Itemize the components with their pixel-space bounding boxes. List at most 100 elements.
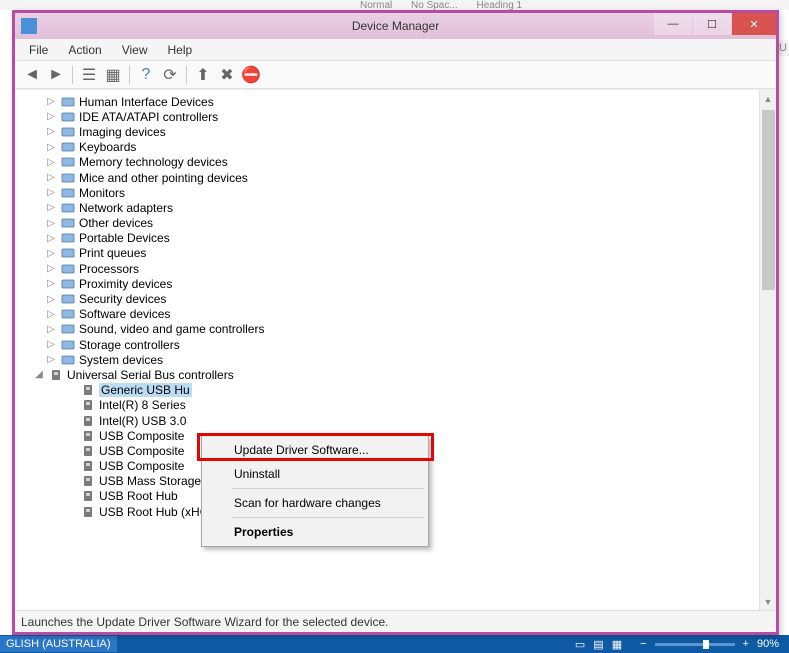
tree-label: Other devices: [79, 216, 153, 230]
expand-icon[interactable]: ▷: [45, 172, 57, 183]
expand-icon[interactable]: ▷: [45, 324, 57, 335]
maximize-button[interactable]: ☐: [693, 13, 731, 35]
titlebar[interactable]: Device Manager — ☐ ✕: [15, 13, 776, 39]
expand-icon[interactable]: ▷: [45, 111, 57, 122]
expand-icon[interactable]: ▷: [45, 126, 57, 137]
device-icon: [60, 307, 76, 321]
menu-help[interactable]: Help: [158, 40, 203, 60]
back-button[interactable]: ◄: [21, 64, 43, 86]
context-menu: Update Driver Software... Uninstall Scan…: [201, 435, 429, 547]
context-properties[interactable]: Properties: [204, 520, 426, 544]
expand-icon[interactable]: ▷: [45, 96, 57, 107]
context-update-driver[interactable]: Update Driver Software...: [204, 438, 426, 462]
expand-icon[interactable]: ▷: [45, 187, 57, 198]
tree-label: USB Composite: [99, 429, 184, 443]
expand-icon[interactable]: ▷: [45, 354, 57, 365]
forward-button[interactable]: ►: [45, 64, 67, 86]
context-separator: [232, 488, 424, 489]
expand-icon[interactable]: ▷: [45, 339, 57, 350]
tree-node[interactable]: ▷Human Interface Devices: [21, 94, 756, 109]
show-hidden-button[interactable]: ☰: [78, 64, 100, 86]
tree-label: USB Composite: [99, 444, 184, 458]
app-icon: [21, 18, 37, 34]
expand-icon[interactable]: ▷: [45, 202, 57, 213]
tree-node-usb[interactable]: ◢Universal Serial Bus controllers: [21, 367, 756, 382]
scan-button[interactable]: ⟳: [159, 64, 181, 86]
menu-view[interactable]: View: [112, 40, 158, 60]
zoom-control[interactable]: − + 90%: [630, 638, 789, 650]
close-button[interactable]: ✕: [732, 13, 776, 35]
tree-node[interactable]: ▷ Other devices: [21, 216, 756, 231]
menubar: File Action View Help: [15, 39, 776, 61]
tree-node[interactable]: ▷IDE ATA/ATAPI controllers: [21, 109, 756, 124]
context-separator: [232, 517, 424, 518]
tree-label: USB Root Hub (xHCI): [99, 505, 216, 519]
device-icon: [60, 322, 76, 336]
scroll-thumb[interactable]: [762, 110, 775, 290]
tree-node[interactable]: ▷ Sound, video and game controllers: [21, 322, 756, 337]
zoom-level: 90%: [757, 638, 779, 650]
tree-label: Intel(R) USB 3.0: [99, 414, 186, 428]
expand-icon[interactable]: ▷: [45, 233, 57, 244]
device-icon: [60, 353, 76, 367]
tree-node[interactable]: ▷Keyboards: [21, 140, 756, 155]
update-driver-button[interactable]: ⬆: [192, 64, 214, 86]
tree-node[interactable]: ▷Imaging devices: [21, 124, 756, 139]
expand-icon[interactable]: ▷: [45, 142, 57, 153]
tree-label: Intel(R) 8 Series: [99, 398, 186, 412]
menu-file[interactable]: File: [19, 40, 58, 60]
language-indicator[interactable]: GLISH (AUSTRALIA): [0, 636, 117, 652]
tree-node[interactable]: ▷Print queues: [21, 246, 756, 261]
tree-node[interactable]: ▷ Proximity devices: [21, 276, 756, 291]
device-icon: [60, 95, 76, 109]
tree-node[interactable]: ▷Portable Devices: [21, 231, 756, 246]
uninstall-button[interactable]: ✖: [216, 64, 238, 86]
help-button[interactable]: ?: [135, 64, 157, 86]
tree-node[interactable]: ▷Processors: [21, 261, 756, 276]
device-icon: [60, 125, 76, 139]
tree-node[interactable]: ▷ Security devices: [21, 291, 756, 306]
tree-label: Memory technology devices: [79, 155, 228, 169]
tree-child-usb[interactable]: Intel(R) USB 3.0: [21, 413, 756, 428]
tree-node[interactable]: ▷ Monitors: [21, 185, 756, 200]
menu-action[interactable]: Action: [58, 40, 111, 60]
properties-button[interactable]: ▦: [102, 64, 124, 86]
tree-label: Security devices: [79, 292, 166, 306]
tree-child-usb[interactable]: Generic USB Hu: [21, 383, 756, 398]
tree-node[interactable]: ▷Mice and other pointing devices: [21, 170, 756, 185]
word-statusbar: GLISH (AUSTRALIA) ▭ ▤ ▦ − + 90%: [0, 635, 789, 653]
minimize-button[interactable]: —: [654, 13, 692, 35]
expand-icon[interactable]: ▷: [45, 263, 57, 274]
tree-node[interactable]: ▷ Memory technology devices: [21, 155, 756, 170]
tree-label: Software devices: [79, 307, 170, 321]
background-ribbon: Normal No Spac... Heading 1: [0, 0, 789, 10]
expand-icon[interactable]: ▷: [45, 157, 57, 168]
usb-device-icon: [80, 429, 96, 443]
expand-icon[interactable]: ▷: [45, 294, 57, 305]
tree-label: Monitors: [79, 186, 125, 200]
tree-child-usb[interactable]: Intel(R) 8 Series: [21, 398, 756, 413]
scroll-down-icon[interactable]: ▼: [760, 593, 776, 610]
tree-node[interactable]: ▷System devices: [21, 352, 756, 367]
tree-node[interactable]: ▷ Software devices: [21, 307, 756, 322]
expand-icon[interactable]: ▷: [45, 248, 57, 259]
device-icon: [60, 246, 76, 260]
device-icon: [60, 292, 76, 306]
tree-label: Sound, video and game controllers: [79, 322, 264, 336]
scroll-up-icon[interactable]: ▲: [760, 90, 776, 107]
collapse-icon[interactable]: ◢: [33, 369, 45, 380]
toolbar: ◄ ► ☰ ▦ ? ⟳ ⬆ ✖ ⛔: [15, 61, 776, 89]
disable-button[interactable]: ⛔: [240, 64, 262, 86]
context-uninstall[interactable]: Uninstall: [204, 462, 426, 486]
tree-label: Proximity devices: [79, 277, 172, 291]
tree-node[interactable]: ▷Storage controllers: [21, 337, 756, 352]
tree-node[interactable]: ▷Network adapters: [21, 200, 756, 215]
expand-icon[interactable]: ▷: [45, 309, 57, 320]
context-scan[interactable]: Scan for hardware changes: [204, 491, 426, 515]
vertical-scrollbar[interactable]: ▲ ▼: [759, 90, 776, 610]
device-icon: [60, 262, 76, 276]
usb-device-icon: [80, 505, 96, 519]
expand-icon[interactable]: ▷: [45, 278, 57, 289]
device-icon: [60, 110, 76, 124]
expand-icon[interactable]: ▷: [45, 218, 57, 229]
